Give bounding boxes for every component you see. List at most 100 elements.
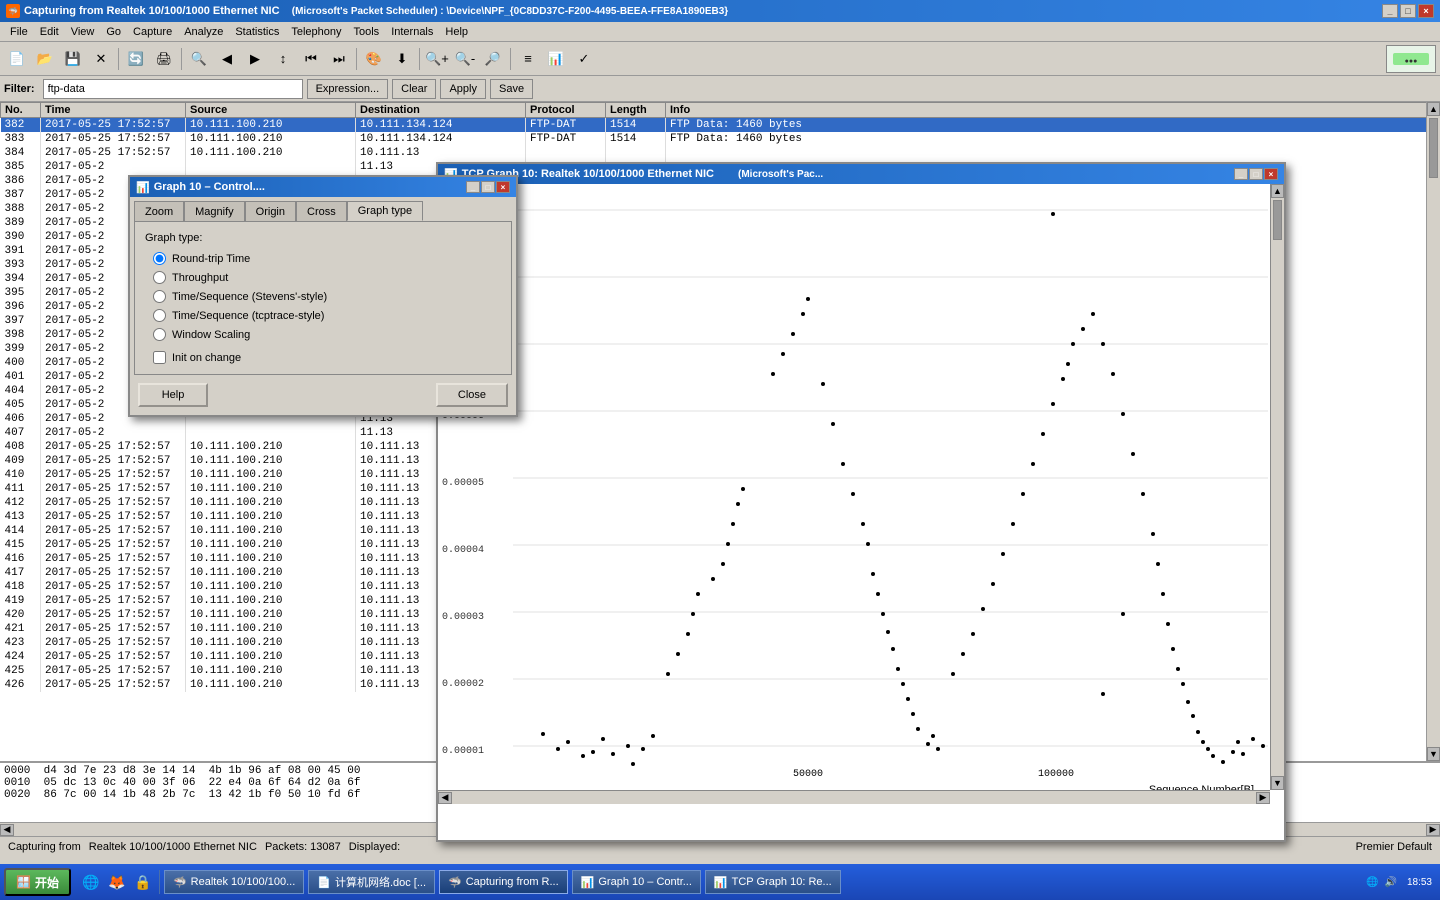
scroll-thumb[interactable] bbox=[1429, 118, 1438, 178]
radio-window-scaling[interactable]: Window Scaling bbox=[153, 328, 501, 341]
taskbar-item-graph-ctrl[interactable]: 📊 Graph 10 – Contr... bbox=[572, 870, 701, 894]
tab-graph-type[interactable]: Graph type bbox=[347, 201, 423, 221]
taskbar-item-capture[interactable]: 🦈 Capturing from R... bbox=[439, 870, 568, 894]
toolbar-find[interactable]: 🔍 bbox=[186, 46, 212, 72]
menu-tools[interactable]: Tools bbox=[348, 24, 386, 40]
toolbar-last[interactable]: ⏭ bbox=[326, 46, 352, 72]
close-button[interactable]: Close bbox=[436, 383, 508, 407]
toolbar-autoscroll[interactable]: ⬇ bbox=[389, 46, 415, 72]
quicklaunch-security[interactable]: 🔒 bbox=[131, 870, 155, 894]
sys-icon-sound: 🔊 bbox=[1385, 877, 1397, 888]
menu-analyze[interactable]: Analyze bbox=[178, 24, 229, 40]
tab-cross[interactable]: Cross bbox=[296, 201, 347, 221]
filter-input[interactable] bbox=[43, 79, 303, 99]
menu-capture[interactable]: Capture bbox=[127, 24, 178, 40]
start-button[interactable]: 🪟 开始 bbox=[4, 868, 71, 896]
dialog-maximize-btn[interactable]: □ bbox=[481, 181, 495, 193]
expression-btn[interactable]: Expression... bbox=[307, 79, 389, 99]
toolbar-print[interactable]: 🖨 bbox=[151, 46, 177, 72]
help-button[interactable]: Help bbox=[138, 383, 208, 407]
toolbar-close[interactable]: ✕ bbox=[88, 46, 114, 72]
graph-v-scrollbar[interactable]: ▲ ▼ bbox=[1270, 184, 1284, 790]
menu-view[interactable]: View bbox=[65, 24, 101, 40]
graph-scroll-right[interactable]: ▶ bbox=[1256, 792, 1270, 804]
toolbar-open[interactable]: 📂 bbox=[32, 46, 58, 72]
graph-scroll-thumb[interactable] bbox=[1273, 200, 1282, 240]
dialog-minimize-btn[interactable]: _ bbox=[466, 181, 480, 193]
save-btn[interactable]: Save bbox=[490, 79, 533, 99]
quicklaunch-ie[interactable]: 🌐 bbox=[79, 870, 103, 894]
toolbar-colorize[interactable]: 🎨 bbox=[361, 46, 387, 72]
menu-statistics[interactable]: Statistics bbox=[229, 24, 285, 40]
clear-btn[interactable]: Clear bbox=[392, 79, 436, 99]
graph-scroll-up[interactable]: ▲ bbox=[1271, 184, 1284, 198]
toolbar-checksum[interactable]: ✓ bbox=[571, 46, 597, 72]
scroll-left-btn[interactable]: ◀ bbox=[0, 824, 14, 836]
radio-throughput[interactable]: Throughput bbox=[153, 271, 501, 284]
col-time[interactable]: Time bbox=[41, 103, 186, 118]
table-row[interactable]: 3842017-05-25 17:52:5710.111.100.21010.1… bbox=[1, 146, 1440, 160]
scroll-up-btn[interactable]: ▲ bbox=[1427, 102, 1440, 116]
taskbar-icon-doc: 📄 bbox=[317, 876, 331, 889]
toolbar-zoom-out[interactable]: 🔍- bbox=[452, 46, 478, 72]
dialog-content: Graph type: Round-trip Time Throughput T… bbox=[134, 221, 512, 375]
table-row[interactable]: 3822017-05-25 17:52:5710.111.100.21010.1… bbox=[1, 118, 1440, 132]
menu-telephony[interactable]: Telephony bbox=[285, 24, 347, 40]
toolbar-resize-cols[interactable]: ≡ bbox=[515, 46, 541, 72]
toolbar-go[interactable]: ↕ bbox=[270, 46, 296, 72]
dialog-close-btn[interactable]: × bbox=[496, 181, 510, 193]
tab-magnify[interactable]: Magnify bbox=[184, 201, 245, 221]
scroll-down-btn[interactable]: ▼ bbox=[1427, 747, 1440, 761]
toolbar-zoom-reset[interactable]: 🔎 bbox=[480, 46, 506, 72]
table-row[interactable]: 3832017-05-25 17:52:5710.111.100.21010.1… bbox=[1, 132, 1440, 146]
minimize-btn[interactable]: _ bbox=[1382, 4, 1398, 18]
radio-time-seq-tcptrace[interactable]: Time/Sequence (tcptrace-style) bbox=[153, 309, 501, 322]
toolbar-first[interactable]: ⏮ bbox=[298, 46, 324, 72]
toolbar-back[interactable]: ◀ bbox=[214, 46, 240, 72]
menu-edit[interactable]: Edit bbox=[34, 24, 65, 40]
tcp-maximize-btn[interactable]: □ bbox=[1249, 168, 1263, 180]
taskbar-icon-realtek: 🦈 bbox=[173, 876, 187, 889]
menu-help[interactable]: Help bbox=[439, 24, 474, 40]
toolbar-forward[interactable]: ▶ bbox=[242, 46, 268, 72]
tcp-window-controls[interactable]: _ □ × bbox=[1234, 168, 1278, 180]
menu-go[interactable]: Go bbox=[100, 24, 127, 40]
quicklaunch-browser[interactable]: 🦊 bbox=[105, 870, 129, 894]
tab-origin[interactable]: Origin bbox=[245, 201, 296, 221]
col-dst[interactable]: Destination bbox=[356, 103, 526, 118]
scroll-right-btn[interactable]: ▶ bbox=[1426, 824, 1440, 836]
graph-h-scrollbar[interactable]: ◀ ▶ bbox=[438, 790, 1270, 804]
col-len[interactable]: Length bbox=[606, 103, 666, 118]
scatter-plot bbox=[513, 194, 1268, 794]
tcp-minimize-btn[interactable]: _ bbox=[1234, 168, 1248, 180]
toolbar-sep3 bbox=[356, 48, 357, 70]
col-no[interactable]: No. bbox=[1, 103, 41, 118]
toolbar-graph[interactable]: 📊 bbox=[543, 46, 569, 72]
vertical-scrollbar[interactable]: ▲ ▼ bbox=[1426, 102, 1440, 761]
menu-file[interactable]: File bbox=[4, 24, 34, 40]
x-val-50k: 50000 bbox=[793, 769, 823, 780]
graph-scroll-down[interactable]: ▼ bbox=[1271, 776, 1284, 790]
col-proto[interactable]: Protocol bbox=[526, 103, 606, 118]
apply-btn[interactable]: Apply bbox=[440, 79, 486, 99]
taskbar-item-tcp-graph[interactable]: 📊 TCP Graph 10: Re... bbox=[705, 870, 841, 894]
taskbar-item-realtek[interactable]: 🦈 Realtek 10/100/100... bbox=[164, 870, 304, 894]
taskbar-item-doc[interactable]: 📄 计算机网络.doc [... bbox=[308, 870, 435, 894]
maximize-btn[interactable]: □ bbox=[1400, 4, 1416, 18]
init-on-change-checkbox[interactable]: Init on change bbox=[153, 351, 501, 364]
col-src[interactable]: Source bbox=[186, 103, 356, 118]
graph-scroll-left[interactable]: ◀ bbox=[438, 792, 452, 804]
toolbar-save[interactable]: 💾 bbox=[60, 46, 86, 72]
col-info[interactable]: Info bbox=[666, 103, 1440, 118]
window-controls[interactable]: _ □ × bbox=[1382, 4, 1434, 18]
radio-time-seq-stevens[interactable]: Time/Sequence (Stevens'-style) bbox=[153, 290, 501, 303]
menu-internals[interactable]: Internals bbox=[385, 24, 439, 40]
tcp-close-btn[interactable]: × bbox=[1264, 168, 1278, 180]
toolbar-new[interactable]: 📄 bbox=[4, 46, 30, 72]
close-btn[interactable]: × bbox=[1418, 4, 1434, 18]
dialog-controls[interactable]: _ □ × bbox=[466, 181, 510, 193]
toolbar-reload[interactable]: 🔄 bbox=[123, 46, 149, 72]
toolbar-zoom-in[interactable]: 🔍+ bbox=[424, 46, 450, 72]
tab-zoom[interactable]: Zoom bbox=[134, 201, 184, 221]
radio-round-trip[interactable]: Round-trip Time bbox=[153, 252, 501, 265]
